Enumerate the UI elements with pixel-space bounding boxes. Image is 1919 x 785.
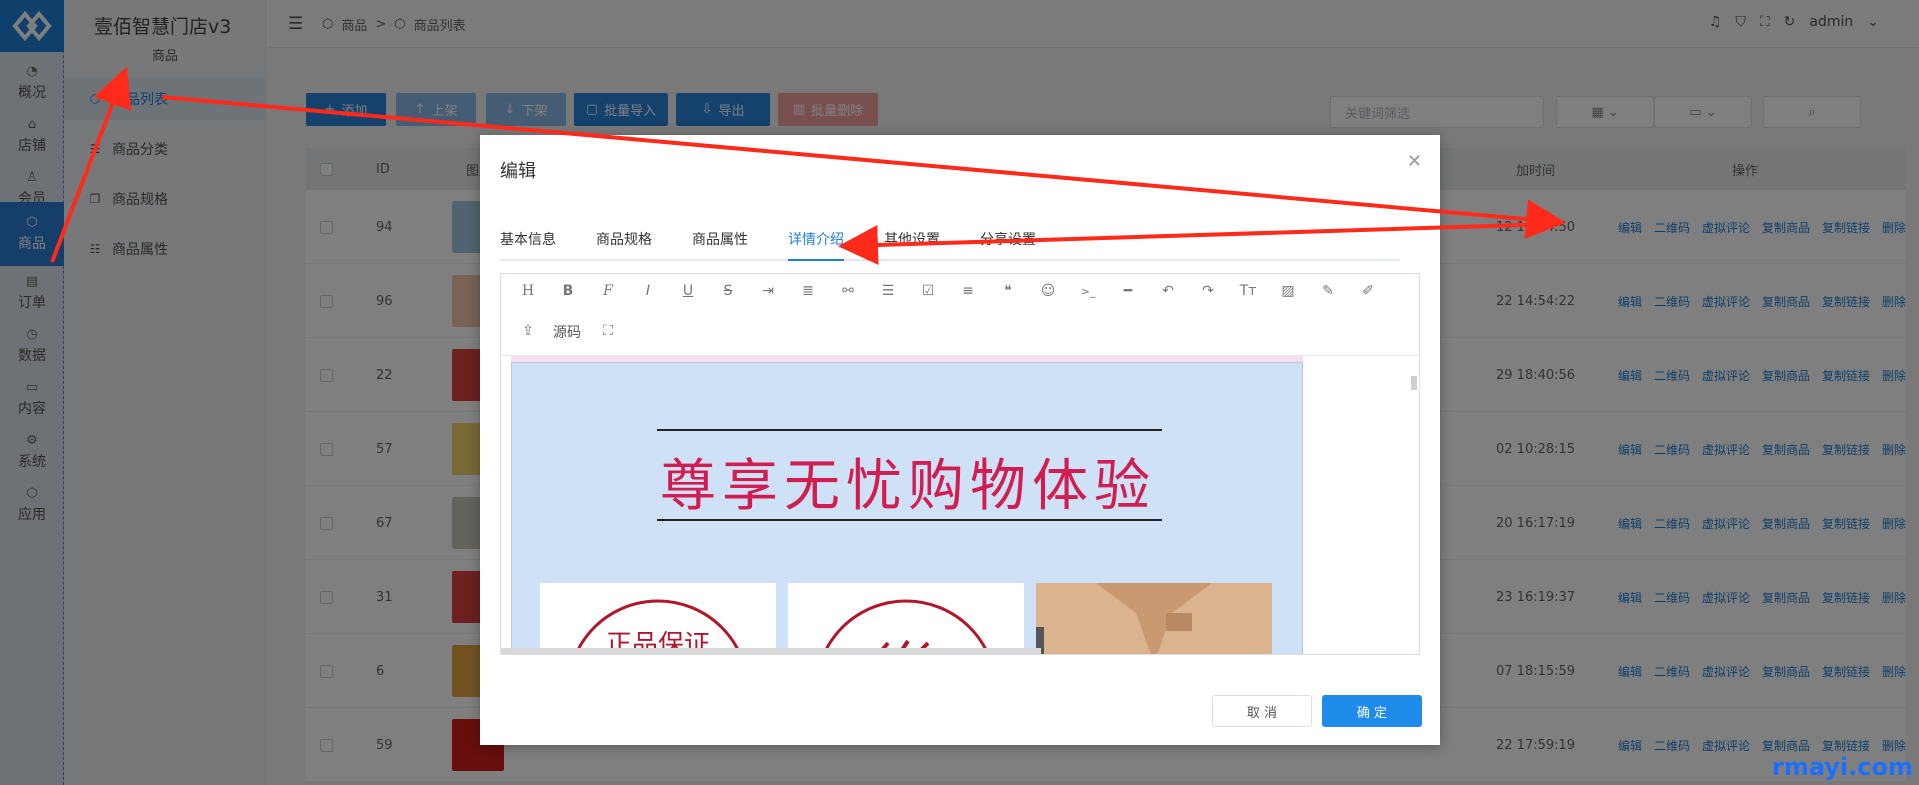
annotation-arrows [50,66,1566,265]
arrow-nav-to-list [50,66,132,263]
watermark: rmayi.com [1771,753,1913,781]
arrow-edit-to-detail [838,222,1556,265]
arrow-list-to-edit [161,95,1566,240]
